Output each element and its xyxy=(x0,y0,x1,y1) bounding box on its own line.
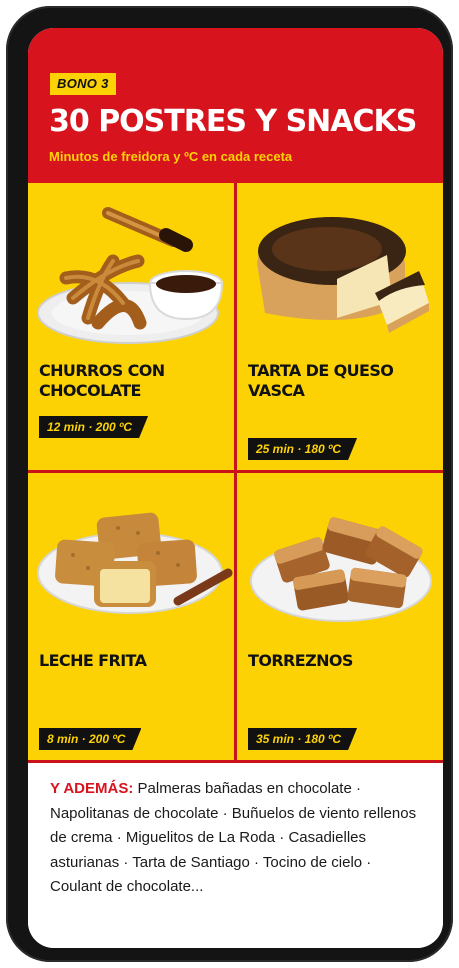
recipe-name-line1: CHURROS CON xyxy=(39,361,165,380)
recipe-name: TARTA DE QUESO VASCA xyxy=(248,361,428,401)
recipe-name-line1: TORREZNOS xyxy=(248,651,353,670)
recipe-name-line1: TARTA DE QUESO xyxy=(248,361,394,380)
recipe-name: LECHE FRITA xyxy=(39,651,219,671)
recipe-card-leche-frita[interactable]: LECHE FRITA 8 min · 200 ºC xyxy=(28,473,234,760)
leche-frita-icon xyxy=(37,512,233,614)
recipe-name-line1: LECHE FRITA xyxy=(39,651,147,670)
recipe-card-churros[interactable]: CHURROS CON CHOCOLATE 12 min · 200 ºC xyxy=(28,183,234,470)
more-recipes-text: Y ADEMÁS: Palmeras bañadas en chocolate … xyxy=(50,777,422,900)
more-list: Palmeras bañadas en chocolate · Napolita… xyxy=(50,780,417,895)
cheesecake-icon xyxy=(257,217,429,333)
recipe-name: CHURROS CON CHOCOLATE xyxy=(39,361,219,401)
page-subtitle: Minutos de freidora y ºC en cada receta xyxy=(49,149,293,164)
recipe-card-torreznos[interactable]: TORREZNOS 35 min · 180 ºC xyxy=(237,473,443,760)
phone-frame: BONO 3 30 POSTRES Y SNACKS Minutos de fr… xyxy=(6,6,453,962)
recipe-grid: CHURROS CON CHOCOLATE 12 min · 200 ºC TA… xyxy=(28,183,443,763)
recipe-card-tarta-queso[interactable]: TARTA DE QUESO VASCA 25 min · 180 ºC xyxy=(237,183,443,470)
time-temp-tag: 35 min · 180 ºC xyxy=(248,728,357,750)
recipe-name-line2: CHOCOLATE xyxy=(39,381,141,400)
footer-more: Y ADEMÁS: Palmeras bañadas en chocolate … xyxy=(28,763,443,948)
time-temp-tag: 25 min · 180 ºC xyxy=(248,438,357,460)
churros-chocolate-icon xyxy=(37,207,224,344)
time-temp-tag: 8 min · 200 ºC xyxy=(39,728,141,750)
phone-screen: BONO 3 30 POSTRES Y SNACKS Minutos de fr… xyxy=(28,28,443,948)
bono-badge: BONO 3 xyxy=(50,73,116,95)
recipe-name: TORREZNOS xyxy=(248,651,428,671)
page-title: 30 POSTRES Y SNACKS xyxy=(49,104,417,139)
header-banner: BONO 3 30 POSTRES Y SNACKS Minutos de fr… xyxy=(28,28,443,183)
time-temp-tag: 12 min · 200 ºC xyxy=(39,416,148,438)
more-label: Y ADEMÁS: xyxy=(50,780,134,797)
torreznos-icon xyxy=(250,517,432,622)
recipe-name-line2: VASCA xyxy=(248,381,305,400)
